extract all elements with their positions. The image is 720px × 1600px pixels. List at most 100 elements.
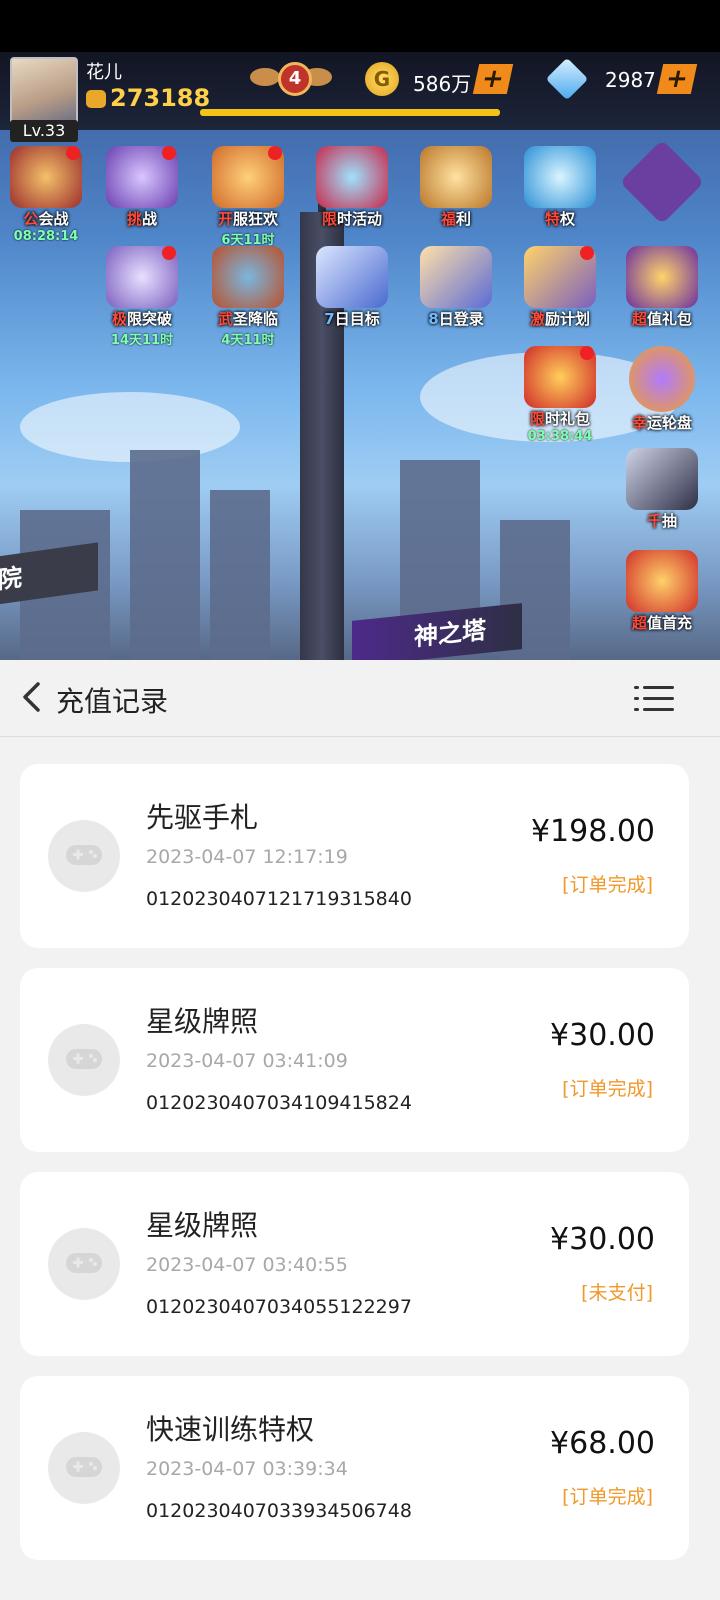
eight-day-login-icon[interactable]: 8日登录 xyxy=(410,246,502,329)
record-card[interactable]: 星级牌照 2023-04-07 03:40:55 012023040703405… xyxy=(20,1172,689,1356)
fist-icon xyxy=(86,90,106,108)
guild-war-icon[interactable]: 公会战 08:28:14 xyxy=(0,146,92,244)
icon-label-prefix: 极 xyxy=(111,310,127,328)
first-recharge-icon[interactable]: 超值首充 xyxy=(616,550,708,633)
building xyxy=(130,450,200,670)
limited-gift-pack-icon[interactable]: 限时礼包 03:38:44 xyxy=(514,346,606,444)
icon-label-prefix: 超 xyxy=(631,310,647,328)
limit-break-icon[interactable]: 极限突破 14天11时 xyxy=(96,246,188,348)
seven-day-goal-icon[interactable]: 7日目标 xyxy=(306,246,398,329)
gold-value: 586万 xyxy=(413,72,472,96)
order-price: ¥30.00 xyxy=(550,1222,655,1257)
game-view[interactable]: Lv.33 花儿 273188 4 G 586万 + 2987 + 公会战 08… xyxy=(0,52,720,670)
collapse-menu-icon[interactable] xyxy=(616,139,708,225)
icon-label: 会战 xyxy=(38,210,69,228)
value-pack-icon[interactable]: 超值礼包 xyxy=(616,246,708,329)
add-gold-button[interactable]: + xyxy=(472,64,514,94)
exp-bar xyxy=(200,109,500,116)
icon-label: 利 xyxy=(456,210,472,228)
order-number: 0120230407034055122297 xyxy=(146,1296,412,1318)
icon-label: 时礼包 xyxy=(545,410,591,428)
gem-value: 2987 xyxy=(605,68,656,92)
guild-war-art xyxy=(10,146,82,208)
order-price: ¥30.00 xyxy=(550,1018,655,1053)
cross-icon xyxy=(619,139,705,225)
icon-label-prefix: 公 xyxy=(23,210,39,228)
icon-label: 圣降临 xyxy=(233,310,279,328)
icon-label-prefix: 开 xyxy=(217,210,233,228)
header-bar: 充值记录 xyxy=(0,660,720,737)
icon-label-prefix: 激 xyxy=(529,310,545,328)
product-name: 星级牌照 xyxy=(146,1209,259,1242)
product-name: 先驱手札 xyxy=(146,801,259,834)
building xyxy=(210,490,270,670)
server-carnival-icon[interactable]: 开服狂欢 6天11时 xyxy=(202,146,294,248)
thousand-draw-art xyxy=(626,448,698,510)
icon-label: 值礼包 xyxy=(647,310,693,328)
order-price: ¥68.00 xyxy=(550,1426,655,1461)
order-time: 2023-04-07 12:17:19 xyxy=(146,846,348,868)
icon-label-prefix: 7 xyxy=(324,310,335,328)
back-arrow-icon[interactable] xyxy=(16,680,50,714)
tower-of-gods-banner[interactable]: 神之塔 xyxy=(352,603,522,667)
icon-label-prefix: 特 xyxy=(544,210,560,228)
record-card[interactable]: 快速训练特权 2023-04-07 03:39:34 0120230407033… xyxy=(20,1376,689,1560)
icon-label: 时活动 xyxy=(337,210,383,228)
power-value: 273188 xyxy=(110,84,211,112)
icon-label-prefix: 武 xyxy=(217,310,233,328)
add-gem-button[interactable]: + xyxy=(656,64,698,94)
icon-label: 励计划 xyxy=(545,310,591,328)
icon-label: 抽 xyxy=(662,512,678,530)
eight-day-login-art xyxy=(420,246,492,308)
product-name: 星级牌照 xyxy=(146,1005,259,1038)
limited-event-icon[interactable]: 限时活动 xyxy=(306,146,398,229)
icon-label-prefix: 8 xyxy=(428,310,439,328)
order-number: 0120230407033934506748 xyxy=(146,1500,412,1522)
icon-label: 日目标 xyxy=(334,310,380,328)
rank-value: 4 xyxy=(278,62,312,96)
icon-label-prefix: 千 xyxy=(646,512,662,530)
incentive-plan-icon[interactable]: 激励计划 xyxy=(514,246,606,329)
page-title: 充值记录 xyxy=(56,685,169,718)
player-level: Lv.33 xyxy=(10,120,78,142)
limited-gift-pack-art xyxy=(524,346,596,408)
lucky-wheel-art xyxy=(629,346,695,412)
privilege-art xyxy=(524,146,596,208)
order-number: 0120230407121719315840 xyxy=(146,888,412,910)
incentive-plan-art xyxy=(524,246,596,308)
limited-event-art xyxy=(316,146,388,208)
order-status: [订单完成] xyxy=(562,874,653,896)
icon-label-prefix: 幸 xyxy=(631,414,647,432)
record-card[interactable]: 星级牌照 2023-04-07 03:41:09 012023040703410… xyxy=(20,968,689,1152)
icon-label-prefix: 挑 xyxy=(126,210,142,228)
privilege-icon[interactable]: 特权 xyxy=(514,146,606,229)
product-name: 快速训练特权 xyxy=(146,1413,315,1446)
challenge-icon[interactable]: 挑战 xyxy=(96,146,188,229)
icon-label: 值首充 xyxy=(647,614,693,632)
gold-coin-icon: G xyxy=(365,62,399,96)
icon-label: 权 xyxy=(560,210,576,228)
menu-list-icon[interactable] xyxy=(634,684,674,714)
gamepad-icon xyxy=(48,1228,120,1300)
icon-label: 战 xyxy=(142,210,158,228)
player-avatar[interactable] xyxy=(10,57,78,125)
record-card[interactable]: 先驱手札 2023-04-07 12:17:19 012023040712171… xyxy=(20,764,689,948)
icon-label: 日登录 xyxy=(438,310,484,328)
value-pack-art xyxy=(626,246,698,308)
server-carnival-art xyxy=(212,146,284,208)
rank-badge[interactable]: 4 xyxy=(250,58,332,102)
thousand-draw-icon[interactable]: 千抽 xyxy=(616,448,708,531)
order-time: 2023-04-07 03:40:55 xyxy=(146,1254,348,1276)
gamepad-icon xyxy=(48,1024,120,1096)
order-status: [订单完成] xyxy=(562,1078,653,1100)
lucky-wheel-icon[interactable]: 幸运轮盘 xyxy=(616,346,708,433)
martial-saint-icon[interactable]: 武圣降临 4天11时 xyxy=(202,246,294,348)
order-price: ¥198.00 xyxy=(530,814,655,849)
icon-label: 运轮盘 xyxy=(647,414,693,432)
icon-label-prefix: 福 xyxy=(440,210,456,228)
icon-label: 限突破 xyxy=(127,310,173,328)
welfare-icon[interactable]: 福利 xyxy=(410,146,502,229)
seven-day-goal-art xyxy=(316,246,388,308)
order-status: [未支付] xyxy=(581,1282,653,1304)
martial-saint-art xyxy=(212,246,284,308)
